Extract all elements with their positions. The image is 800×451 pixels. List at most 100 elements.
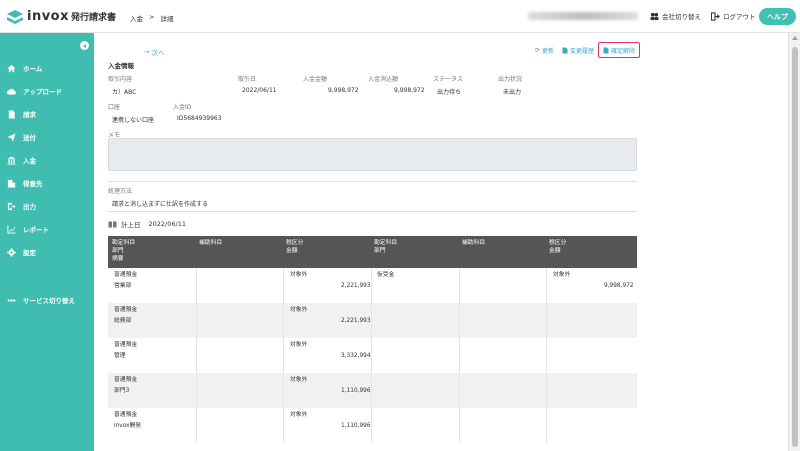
cell-dept: 部門3 [114,388,130,394]
sidebar-item-invoice[interactable]: 請求 [0,105,94,123]
help-button[interactable]: ヘルプ [759,8,796,25]
column-divider [283,338,284,373]
table-row: 普通預金 営業部 対象外 2,221,993 仮受金 対象外 9,998,972 [108,268,637,303]
next-link-label: 次へ [151,49,165,57]
building-icon [6,178,16,188]
column-divider [459,408,460,443]
column-divider [371,303,372,338]
chart-icon [6,224,16,234]
sidebar-item-label: 設定 [23,249,36,257]
cell-dept: 営業部 [114,283,132,289]
column-divider [546,268,547,303]
th-credit-sub: 補助科目 [462,240,486,246]
value-payment-amount: 9,998,972 [328,87,359,94]
breadcrumb: 入金 > 詳細 [130,13,173,23]
cell-credit-account: 仮受金 [377,272,395,278]
journal-date-value: 2022/06/11 [148,220,186,228]
home-icon [6,63,16,73]
logo-mark-icon [7,9,23,24]
sidebar-item-export[interactable]: 出力 [0,197,94,215]
cell-tax: 対象外 [290,272,308,278]
th-credit-tax: 税区分 [549,240,567,246]
logout-label: ログアウト [723,13,756,21]
switch-company-icon [650,12,659,20]
table-row: 普通預金 総務部 対象外 2,221,993 [108,303,637,338]
value-transaction: カ）ABC [112,89,137,96]
cell-amount: 3,332,994 [341,353,371,359]
unconfirm-button[interactable]: 確定解除 [598,42,640,58]
logo-subtitle: 発行請求書 [71,13,117,23]
th-credit-amount: 金額 [549,248,561,254]
sidebar-item-label: サービス切り替え [23,297,75,305]
column-divider [459,268,460,303]
sidebar-item-report[interactable]: レポート [0,220,94,238]
update-button[interactable]: ⟳ 更新 [535,46,554,55]
breadcrumb-nyukin[interactable]: 入金 [130,13,143,23]
sidebar-item-label: 出力 [23,203,36,211]
next-link[interactable]: → 次へ [144,47,164,57]
th-debit-account: 勘定科目 [112,240,136,246]
company-name-blurred [528,12,638,20]
th-debit-amount: 金額 [286,248,298,254]
th-debit-dept: 部門 [112,248,124,254]
sidebar-item-settings[interactable]: 設定 [0,243,94,261]
sidebar-item-label: 請求 [23,111,36,119]
cell-tax: 対象外 [290,342,308,348]
export-icon [6,201,16,211]
column-divider [371,408,372,443]
th-debit-note: 摘要 [112,256,124,262]
book-icon [108,221,117,227]
cell-account: 普通預金 [114,412,138,418]
sidebar-item-home[interactable]: ホーム [0,59,94,77]
page-scrollbar[interactable] [788,33,800,451]
history-label: 変更履歴 [570,48,595,55]
column-divider [196,408,197,443]
sidebar-item-service-switch[interactable]: サービス切り替え [0,291,94,309]
sidebar-item-label: 送付 [23,134,36,142]
scroll-thumb[interactable] [792,47,798,447]
unconfirm-label: 確定解除 [610,47,635,55]
column-divider [371,338,372,373]
label-transaction: 取引内容 [108,76,133,83]
sidebar-item-upload[interactable]: アップロード [0,82,94,100]
label-output-status: 出力状況 [498,76,523,83]
cell-credit-amount: 9,998,972 [604,283,634,289]
value-account: 連携しない口座 [112,117,155,124]
collapse-sidebar-icon[interactable] [80,41,89,50]
memo-field[interactable] [108,138,637,171]
document-icon [6,109,16,119]
logout-button[interactable]: ログアウト [711,11,756,21]
breadcrumb-separator: > [149,13,155,21]
sidebar-item-customers[interactable]: 得意先 [0,174,94,192]
unconfirm-document-icon [603,47,609,53]
table-row: 普通預金 部門3 対象外 1,110,996 [108,373,637,408]
upload-icon [6,86,16,96]
cell-dept: 管理 [114,353,126,359]
column-divider [371,268,372,303]
bank-icon [6,155,16,165]
value-status: 出力待ち [437,89,462,96]
cell-tax: 対象外 [290,307,308,313]
app-logo[interactable]: invox 発行請求書 [7,9,116,24]
sidebar-item-label: 入金 [23,157,36,165]
column-divider [459,338,460,373]
sidebar-item-label: 得意先 [23,180,43,188]
cell-amount: 1,110,996 [341,388,371,394]
logout-icon [711,11,720,21]
label-status: ステータス [433,76,464,83]
cell-tax: 対象外 [290,412,308,418]
history-document-icon [562,47,568,54]
switch-company-button[interactable]: 会社切り替え [650,11,701,21]
cell-account: 普通預金 [114,342,138,348]
table-row: 普通預金 管理 対象外 3,332,994 [108,338,637,373]
send-icon [6,132,16,142]
column-divider [196,373,197,408]
sidebar-item-label: アップロード [23,88,62,96]
sidebar-item-send[interactable]: 送付 [0,128,94,146]
scroll-up-icon[interactable] [792,36,798,40]
history-button[interactable]: 変更履歴 [562,46,594,55]
th-credit-account: 勘定科目 [374,240,398,246]
sidebar-item-payment[interactable]: 入金 [0,151,94,169]
cell-amount: 1,110,996 [341,423,371,429]
update-label: 更新 [542,48,555,55]
